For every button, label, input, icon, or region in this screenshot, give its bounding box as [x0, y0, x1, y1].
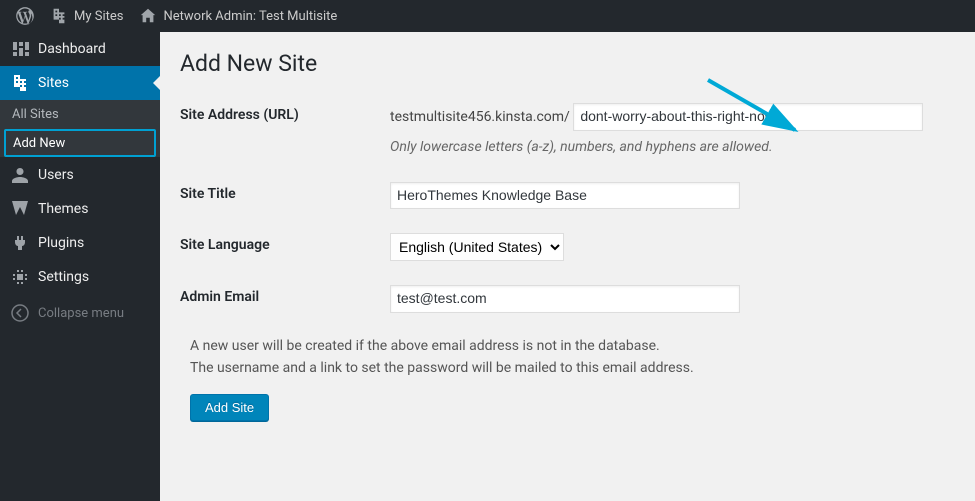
sidebar-item-label: Dashboard: [38, 41, 106, 57]
sidebar-submenu-all-sites[interactable]: All Sites: [0, 100, 160, 128]
label-site-address: Site Address (URL): [180, 91, 390, 170]
adminbar-my-sites-label: My Sites: [74, 9, 123, 24]
sidebar-item-dashboard[interactable]: Dashboard: [0, 32, 160, 66]
adminbar-network-admin-label: Network Admin: Test Multisite: [163, 9, 337, 24]
sidebar-item-themes[interactable]: Themes: [0, 192, 160, 226]
sidebar-collapse[interactable]: Collapse menu: [0, 296, 160, 330]
settings-icon: [10, 267, 30, 287]
form-note: A new user will be created if the above …: [190, 335, 955, 380]
sidebar-item-sites[interactable]: Sites: [0, 66, 160, 100]
adminbar-wp-logo[interactable]: [8, 0, 42, 32]
sidebar-item-label: All Sites: [12, 107, 59, 122]
form-note-line2: The username and a link to set the passw…: [190, 360, 694, 376]
main-content: Add New Site Site Address (URL) testmult…: [160, 32, 975, 501]
sidebar-collapse-label: Collapse menu: [38, 306, 124, 321]
adminbar-my-sites[interactable]: My Sites: [42, 0, 131, 32]
label-admin-email: Admin Email: [180, 273, 390, 325]
sites-icon: [50, 7, 68, 25]
site-language-select[interactable]: English (United States): [390, 233, 564, 261]
admin-sidebar: Dashboard Sites All Sites Add New Users …: [0, 32, 160, 501]
home-icon: [139, 7, 157, 25]
sidebar-item-label: Themes: [38, 201, 88, 217]
form-table: Site Address (URL) testmultisite456.kins…: [180, 91, 955, 325]
collapse-icon: [10, 303, 30, 323]
url-prefix: testmultisite456.kinsta.com/: [390, 109, 570, 125]
users-icon: [10, 165, 30, 185]
sidebar-item-plugins[interactable]: Plugins: [0, 226, 160, 260]
adminbar: My Sites Network Admin: Test Multisite: [0, 0, 975, 32]
sidebar-submenu-add-new[interactable]: Add New: [4, 129, 156, 157]
sites-icon: [10, 73, 30, 93]
adminbar-network-admin[interactable]: Network Admin: Test Multisite: [131, 0, 345, 32]
site-address-hint: Only lowercase letters (a-z), numbers, a…: [390, 137, 945, 158]
sidebar-item-label: Settings: [38, 269, 89, 285]
sidebar-item-settings[interactable]: Settings: [0, 260, 160, 294]
site-title-input[interactable]: [390, 182, 740, 210]
page-title: Add New Site: [180, 50, 955, 77]
sidebar-item-users[interactable]: Users: [0, 158, 160, 192]
sidebar-item-label: Plugins: [38, 235, 84, 251]
themes-icon: [10, 199, 30, 219]
site-address-input[interactable]: [573, 103, 923, 131]
sidebar-submenu-sites: All Sites Add New: [0, 100, 160, 157]
sidebar-item-label: Users: [38, 167, 74, 183]
label-site-language: Site Language: [180, 221, 390, 273]
sidebar-item-label: Sites: [38, 75, 69, 91]
plugins-icon: [10, 233, 30, 253]
label-site-title: Site Title: [180, 170, 390, 222]
dashboard-icon: [10, 39, 30, 59]
wordpress-logo-icon: [16, 7, 34, 25]
form-note-line1: A new user will be created if the above …: [190, 338, 660, 354]
add-site-button[interactable]: Add Site: [190, 394, 269, 421]
admin-email-input[interactable]: [390, 285, 740, 313]
sidebar-item-label: Add New: [13, 136, 65, 151]
